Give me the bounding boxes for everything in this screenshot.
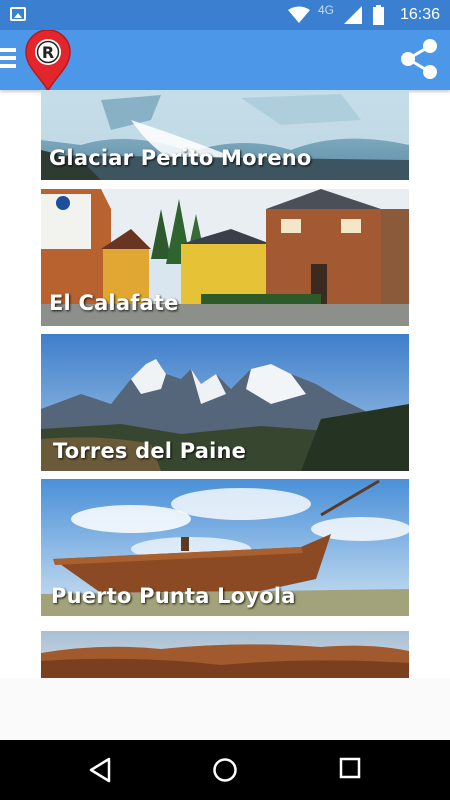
system-navigation-bar bbox=[0, 740, 450, 800]
destination-card-puerto-punta-loyola[interactable]: Puerto Punta Loyola bbox=[41, 479, 409, 616]
destination-card-glaciar-perito-moreno[interactable]: Glaciar Perito Moreno bbox=[41, 90, 409, 180]
recents-icon[interactable] bbox=[339, 757, 361, 779]
logo-letter: R bbox=[42, 43, 54, 62]
destination-card-el-calafate[interactable]: El Calafate bbox=[41, 189, 409, 326]
hamburger-icon[interactable] bbox=[0, 48, 18, 72]
back-icon[interactable] bbox=[88, 757, 112, 783]
app-logo-pin-icon[interactable]: R bbox=[24, 30, 72, 92]
destination-card-torres-del-paine[interactable]: Torres del Paine bbox=[41, 334, 409, 471]
destination-list[interactable]: Glaciar Perito Moreno El Calafate Torres… bbox=[41, 90, 409, 678]
destination-card-5[interactable] bbox=[41, 631, 409, 678]
network-type-label: 4G bbox=[318, 3, 335, 17]
battery-icon bbox=[373, 5, 384, 25]
status-bar: 4G 16:36 bbox=[0, 0, 450, 30]
destination-photo-5 bbox=[41, 631, 409, 678]
destination-title: El Calafate bbox=[49, 291, 179, 315]
home-icon[interactable] bbox=[212, 757, 238, 783]
image-notification-icon bbox=[10, 7, 26, 21]
destination-title: Torres del Paine bbox=[53, 439, 247, 463]
list-bottom-area bbox=[0, 678, 450, 740]
share-icon[interactable] bbox=[396, 36, 442, 82]
wifi-icon bbox=[288, 6, 310, 23]
destination-title: Glaciar Perito Moreno bbox=[49, 146, 312, 170]
destination-title: Puerto Punta Loyola bbox=[51, 584, 296, 608]
signal-icon bbox=[344, 6, 362, 24]
app-bar: R bbox=[0, 30, 450, 92]
clock-time: 16:36 bbox=[399, 6, 440, 23]
